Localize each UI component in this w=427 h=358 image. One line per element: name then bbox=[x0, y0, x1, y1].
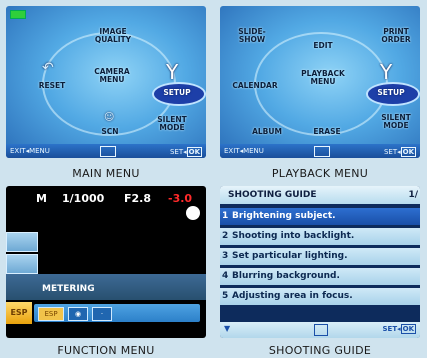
main-menu-screen: IMAGE QUALITY ↶ RESET CAMERA MENU Y SETU… bbox=[6, 6, 206, 158]
caption-function-menu: FUNCTION MENU bbox=[57, 344, 155, 357]
caption-shooting-guide: SHOOTING GUIDE bbox=[268, 344, 372, 357]
scene-icon: ☺ bbox=[104, 112, 115, 123]
menu-item-reset[interactable]: RESET bbox=[32, 82, 72, 90]
guide-item-1[interactable]: 1 Brightening subject. bbox=[220, 208, 420, 225]
arrow-back-icon: ↶ bbox=[42, 60, 54, 76]
set-ok-hint: SET◂ OK bbox=[382, 324, 416, 334]
guide-item-2[interactable]: 2 Shooting into backlight. bbox=[220, 228, 420, 245]
menu-item-camera-menu[interactable]: CAMERA MENU bbox=[92, 68, 132, 84]
guide-footer: ▼ SET◂ OK bbox=[220, 322, 420, 338]
guide-page: 1/ bbox=[408, 190, 418, 200]
caption-main-menu: MAIN MENU bbox=[72, 167, 140, 180]
menu-item-edit[interactable]: EDIT bbox=[308, 42, 338, 50]
image-stabilizer-icon bbox=[186, 206, 200, 220]
menu-item-setup-label: SETUP bbox=[377, 88, 405, 97]
exposure-compensation: -3.0 bbox=[168, 192, 193, 205]
metering-options-strip: ESP ◉ · bbox=[34, 304, 200, 322]
bottom-bar: EXIT◂MENU SET◂ OK bbox=[6, 144, 206, 158]
shooting-mode: M bbox=[36, 192, 47, 205]
wrench-icon: Y bbox=[380, 60, 393, 84]
exit-hint: EXIT◂MENU bbox=[224, 147, 264, 155]
menu-item-silent-mode[interactable]: SILENT MODE bbox=[152, 116, 192, 132]
shutter-speed: 1/1000 bbox=[62, 192, 105, 205]
scroll-down-icon: ▼ bbox=[224, 324, 231, 333]
function-option-1[interactable] bbox=[6, 232, 38, 252]
metering-esp-option[interactable]: ESP bbox=[6, 302, 32, 324]
grid-icon bbox=[314, 146, 330, 157]
menu-item-setup-label: SETUP bbox=[163, 88, 191, 97]
menu-item-print-order[interactable]: PRINT ORDER bbox=[376, 28, 416, 44]
grid-icon bbox=[314, 324, 328, 336]
guide-title: SHOOTING GUIDE bbox=[228, 190, 317, 200]
shooting-guide-screen: SHOOTING GUIDE 1/ 1 Brightening subject. … bbox=[220, 186, 420, 338]
menu-item-silent-mode[interactable]: SILENT MODE bbox=[376, 114, 416, 130]
exit-hint: EXIT◂MENU bbox=[10, 147, 50, 155]
menu-item-erase[interactable]: ERASE bbox=[312, 128, 342, 136]
guide-item-4[interactable]: 4 Blurring background. bbox=[220, 268, 420, 285]
metering-esp-chip[interactable]: ESP bbox=[38, 307, 64, 321]
set-ok-hint: SET◂ OK bbox=[169, 147, 202, 157]
guide-header: SHOOTING GUIDE 1/ bbox=[220, 186, 420, 204]
menu-item-playback-menu[interactable]: PLAYBACK MENU bbox=[300, 70, 346, 86]
guide-item-3[interactable]: 3 Set particular lighting. bbox=[220, 248, 420, 265]
guide-item-5[interactable]: 5 Adjusting area in focus. bbox=[220, 288, 420, 305]
wrench-icon: Y bbox=[166, 60, 179, 84]
menu-item-scn[interactable]: SCN bbox=[98, 128, 122, 136]
metering-center-chip[interactable]: ◉ bbox=[68, 307, 88, 321]
grid-icon bbox=[100, 146, 116, 157]
metering-band bbox=[6, 274, 206, 300]
metering-spot-chip[interactable]: · bbox=[92, 307, 112, 321]
playback-menu-screen: SLIDE- SHOW EDIT PRINT ORDER CALENDAR PL… bbox=[220, 6, 420, 158]
metering-label: METERING bbox=[42, 284, 95, 294]
caption-playback-menu: PLAYBACK MENU bbox=[271, 167, 369, 180]
set-ok-hint: SET◂ OK bbox=[383, 147, 416, 157]
menu-item-album[interactable]: ALBUM bbox=[250, 128, 284, 136]
function-menu-screen: M 1/1000 F2.8 -3.0 METERING ESP ESP ◉ · bbox=[6, 186, 206, 338]
menu-item-image-quality[interactable]: IMAGE QUALITY bbox=[88, 28, 138, 44]
menu-item-calendar[interactable]: CALENDAR bbox=[232, 82, 278, 90]
aperture-value: F2.8 bbox=[124, 192, 152, 205]
menu-item-slideshow[interactable]: SLIDE- SHOW bbox=[232, 28, 272, 44]
bottom-bar: EXIT◂MENU SET◂ OK bbox=[220, 144, 420, 158]
battery-icon bbox=[10, 10, 26, 19]
function-option-2[interactable] bbox=[6, 254, 38, 274]
